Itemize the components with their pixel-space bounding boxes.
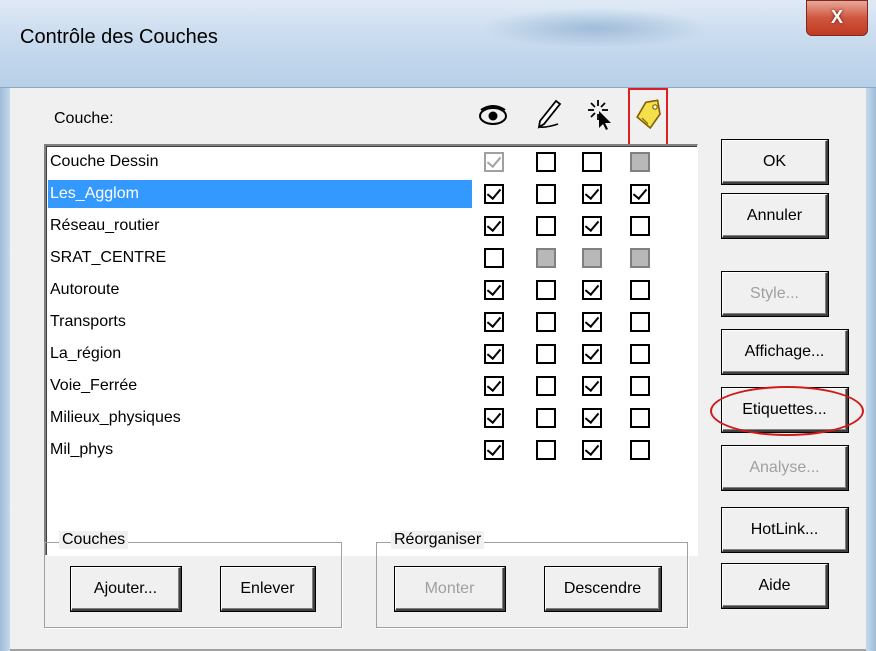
editable-checkbox[interactable] (536, 408, 556, 428)
visible-checkbox[interactable] (484, 408, 504, 428)
labeled-checkbox[interactable] (630, 344, 650, 364)
hotlink-button[interactable]: HotLink... (722, 508, 848, 552)
selectable-checkbox[interactable] (582, 376, 602, 396)
close-button[interactable]: X (806, 0, 868, 36)
pencil-icon (537, 99, 562, 129)
labeled-checkbox[interactable] (630, 248, 650, 268)
visible-checkbox[interactable] (484, 248, 504, 268)
labeled-checkbox[interactable] (630, 376, 650, 396)
reorder-group-title: Réorganiser (391, 531, 485, 549)
layer-name: Voie_Ferrée (50, 377, 138, 394)
labeled-checkbox[interactable] (630, 312, 650, 332)
layer-row[interactable]: Voie_Ferrée (46, 370, 696, 402)
editable-checkbox[interactable] (536, 184, 556, 204)
move-down-button[interactable]: Descendre (545, 567, 661, 611)
labeled-checkbox[interactable] (630, 440, 650, 460)
dialog-body: Couche: Couche Dessin Les_Agglom Réseau_ro… (10, 88, 866, 651)
layers-group-title: Couches (59, 531, 129, 549)
editable-checkbox[interactable] (536, 312, 556, 332)
visible-checkbox[interactable] (484, 376, 504, 396)
title-bar[interactable]: Contrôle des Couches X (0, 0, 876, 88)
layer-name: Autoroute (50, 281, 120, 298)
visible-checkbox[interactable] (484, 344, 504, 364)
layer-name: Transports (50, 313, 126, 330)
selectable-checkbox[interactable] (582, 184, 602, 204)
layer-row[interactable]: La_région (46, 338, 696, 370)
editable-checkbox[interactable] (536, 152, 556, 172)
labeled-checkbox[interactable] (630, 216, 650, 236)
ok-button[interactable]: OK (722, 140, 828, 184)
analysis-button[interactable]: Analyse... (722, 446, 848, 490)
remove-layer-button[interactable]: Enlever (221, 567, 315, 611)
cancel-button[interactable]: Annuler (722, 194, 828, 238)
layer-row[interactable]: Transports (46, 306, 696, 338)
layer-name: SRAT_CENTRE (50, 249, 167, 266)
editable-checkbox[interactable] (536, 280, 556, 300)
close-icon: X (830, 7, 843, 27)
layer-name: Milieux_physiques (50, 409, 181, 426)
move-up-button[interactable]: Monter (395, 567, 505, 611)
selectable-checkbox[interactable] (582, 408, 602, 428)
reorder-group: Réorganiser Monter Descendre (376, 531, 688, 628)
labeled-checkbox[interactable] (630, 280, 650, 300)
layer-row[interactable]: Milieux_physiques (46, 402, 696, 434)
display-button[interactable]: Affichage... (722, 330, 848, 374)
visible-checkbox[interactable] (484, 184, 504, 204)
layer-row[interactable]: SRAT_CENTRE (46, 242, 696, 274)
title-bar-glow (480, 8, 710, 48)
selectable-checkbox[interactable] (582, 248, 602, 268)
layer-header-label: Couche: (54, 110, 114, 127)
add-layer-button[interactable]: Ajouter... (71, 567, 181, 611)
layer-row[interactable]: Mil_phys (46, 434, 696, 466)
selectable-checkbox[interactable] (582, 216, 602, 236)
layer-row[interactable]: Les_Agglom (46, 178, 696, 210)
layer-row[interactable]: Réseau_routier (46, 210, 696, 242)
editable-checkbox[interactable] (536, 440, 556, 460)
layer-name: La_région (50, 345, 122, 362)
window-frame-left (0, 88, 10, 651)
editable-checkbox[interactable] (536, 376, 556, 396)
editable-checkbox[interactable] (536, 344, 556, 364)
labeled-checkbox[interactable] (630, 408, 650, 428)
selectable-checkbox[interactable] (582, 440, 602, 460)
layer-name: Couche Dessin (50, 153, 159, 170)
layers-group: Couches Ajouter... Enlever (44, 531, 342, 628)
layer-row[interactable]: Couche Dessin (46, 146, 696, 178)
layer-row[interactable]: Autoroute (46, 274, 696, 306)
layer-name: Mil_phys (50, 441, 114, 458)
layer-name: Les_Agglom (48, 180, 472, 208)
visible-checkbox[interactable] (484, 312, 504, 332)
window-title: Contrôle des Couches (20, 26, 218, 48)
selectable-checkbox[interactable] (582, 280, 602, 300)
layer-name: Réseau_routier (50, 217, 160, 234)
editable-checkbox[interactable] (536, 248, 556, 268)
labels-button-highlight (710, 386, 864, 436)
selectable-checkbox[interactable] (582, 152, 602, 172)
selectable-checkbox[interactable] (582, 344, 602, 364)
labeled-checkbox[interactable] (630, 184, 650, 204)
eye-icon (479, 105, 507, 125)
help-button[interactable]: Aide (722, 564, 828, 608)
visible-checkbox[interactable] (484, 280, 504, 300)
visible-checkbox[interactable] (484, 216, 504, 236)
visible-checkbox[interactable] (484, 152, 504, 172)
layer-list[interactable]: Couche Dessin Les_Agglom Réseau_routier SRA… (44, 144, 698, 556)
selectable-checkbox[interactable] (582, 312, 602, 332)
visible-checkbox[interactable] (484, 440, 504, 460)
style-button[interactable]: Style... (722, 272, 828, 316)
window-frame-right (866, 88, 876, 651)
editable-checkbox[interactable] (536, 216, 556, 236)
labeled-checkbox[interactable] (630, 152, 650, 172)
select-pointer-icon (588, 100, 611, 130)
